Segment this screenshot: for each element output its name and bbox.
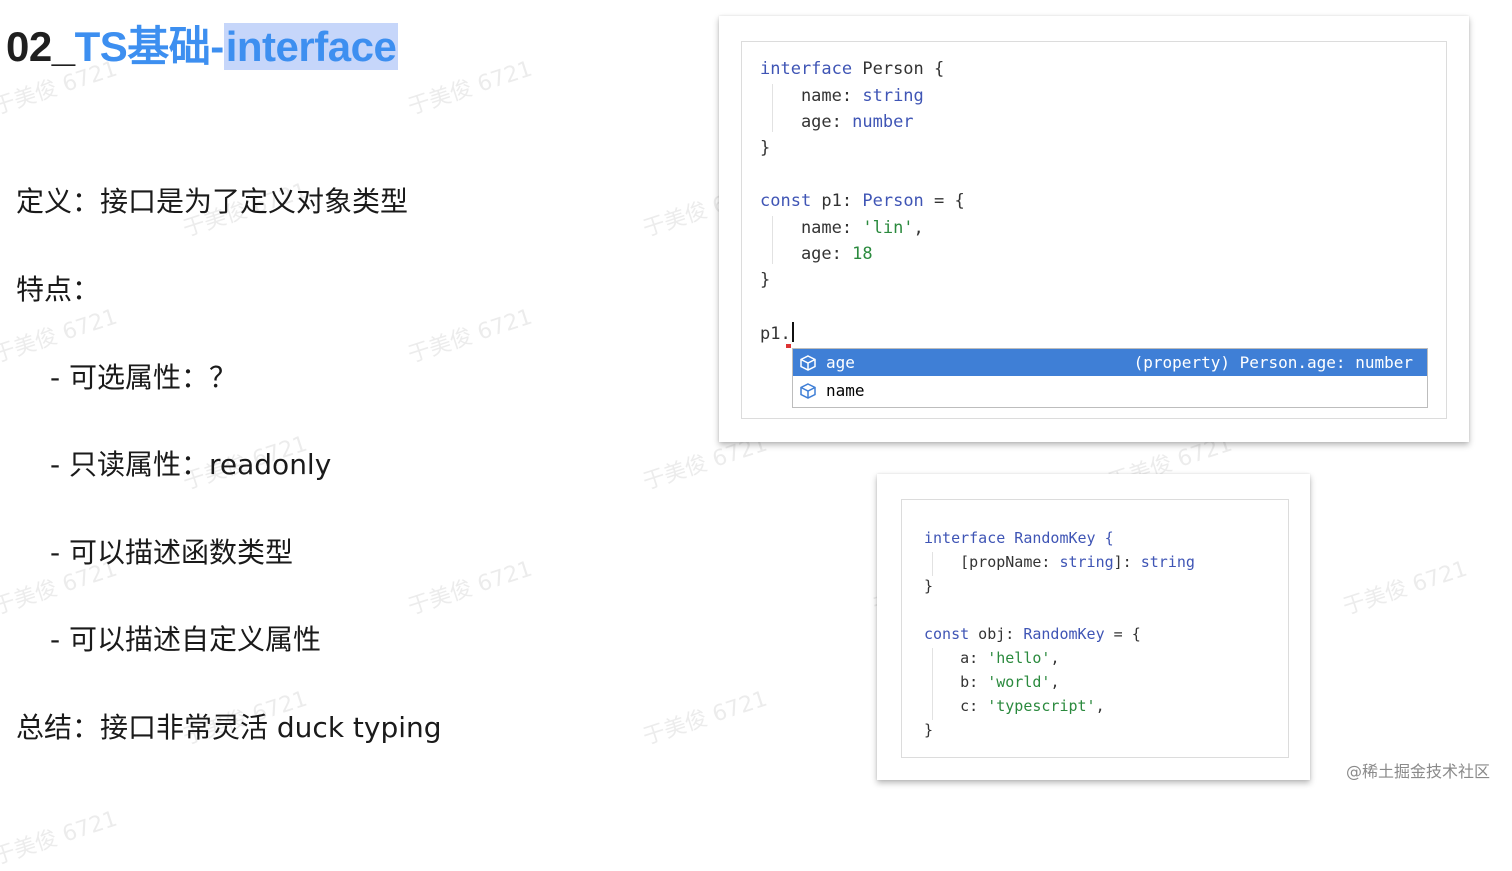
autocomplete-detail: (property) Person.age: number [1133, 353, 1413, 372]
summary-text: 总结：接口非常灵活 duck typing [16, 711, 442, 744]
code-editor-person: interface Person { name: string age: num… [741, 41, 1447, 419]
definition-text: 定义：接口是为了定义对象类型 [16, 185, 409, 218]
watermark: 于美俊 6721 [405, 304, 536, 369]
code-line: } [760, 138, 771, 158]
title-number: 02_ [6, 23, 75, 70]
autocomplete-popup[interactable]: age (property) Person.age: number name [792, 348, 1428, 408]
code-line: } [924, 721, 934, 739]
watermark: 于美俊 6721 [405, 56, 536, 121]
autocomplete-item-name[interactable]: name [793, 377, 1427, 404]
source-watermark: @稀土掘金技术社区 [1345, 762, 1490, 781]
title-topic: TS基础- [74, 23, 225, 70]
watermark: 于美俊 6721 [640, 686, 771, 751]
feature-readonly: - 只读属性：readonly [50, 448, 332, 481]
property-cube-icon [800, 383, 816, 399]
features-label: 特点： [16, 273, 101, 306]
code-line: age: number [760, 112, 914, 132]
code-line: name: string [760, 86, 924, 106]
autocomplete-label: name [826, 381, 865, 400]
code-line: name: 'lin', [760, 218, 924, 238]
watermark: 于美俊 6721 [405, 556, 536, 621]
code-card-randomkey: interface RandomKey { [propName: string]… [877, 474, 1310, 780]
code-line: b: 'world', [924, 673, 1060, 691]
cursor-marker [786, 344, 791, 348]
code-line: a: 'hello', [924, 649, 1060, 667]
code-line: [propName: string]: string [924, 553, 1195, 571]
watermark: 于美俊 6721 [0, 806, 121, 871]
autocomplete-item-age[interactable]: age (property) Person.age: number [793, 349, 1427, 376]
code-line: interface Person { [760, 59, 945, 79]
watermark: 于美俊 6721 [1340, 556, 1471, 621]
code-line-cursor[interactable]: p1. [760, 322, 794, 346]
code-line: interface RandomKey { [924, 529, 1114, 547]
title-highlight: interface [223, 23, 399, 70]
code-line: } [760, 270, 771, 290]
code-editor-randomkey: interface RandomKey { [propName: string]… [901, 499, 1289, 758]
feature-optional: - 可选属性：？ [50, 361, 238, 394]
watermark: 于美俊 6721 [0, 304, 121, 369]
code-line: const obj: RandomKey = { [924, 625, 1141, 643]
code-line: } [924, 577, 934, 595]
code-line: c: 'typescript', [924, 697, 1105, 715]
property-cube-icon [800, 355, 816, 371]
feature-custom-props: - 可以描述自定义属性 [50, 623, 322, 656]
slide-title: 02_TS基础-interface [6, 18, 399, 76]
code-card-person: interface Person { name: string age: num… [719, 16, 1469, 442]
code-line: age: 18 [760, 244, 873, 264]
text-cursor [791, 322, 794, 342]
feature-function-types: - 可以描述函数类型 [50, 536, 294, 569]
autocomplete-label: age [826, 353, 855, 372]
code-line: const p1: Person = { [760, 191, 965, 211]
